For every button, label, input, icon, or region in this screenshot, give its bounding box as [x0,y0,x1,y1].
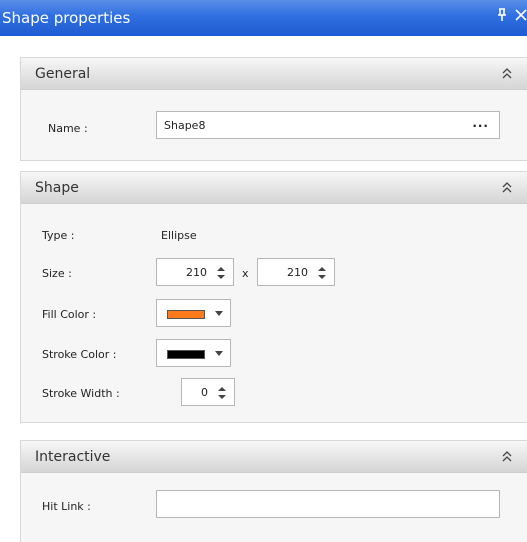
close-icon[interactable] [515,7,527,26]
height-value: 210 [287,266,308,279]
type-value: Ellipse [161,229,197,242]
general-header[interactable]: General [21,58,527,90]
stroke-width-label: Stroke Width : [42,387,120,400]
general-group: General Name : Shape8 ... [20,57,527,161]
times-separator: x [242,267,249,280]
panel-title: Shape properties [2,9,131,27]
spinner-arrows-icon[interactable] [217,385,227,401]
hit-link-label: Hit Link : [42,500,91,513]
chevron-double-up-icon[interactable] [501,179,513,195]
fill-color-label: Fill Color : [42,308,97,321]
size-label: Size : [42,267,72,280]
stroke-width-value: 0 [201,386,208,399]
height-stepper[interactable]: 210 [257,258,335,286]
name-value: Shape8 [164,119,206,132]
interactive-header[interactable]: Interactive [21,441,527,473]
hit-link-input[interactable] [156,490,500,518]
interactive-group: Interactive Hit Link : [20,440,527,542]
shape-title: Shape [35,180,79,196]
stroke-color-swatch [167,350,205,359]
stroke-color-label: Stroke Color : [42,348,117,361]
chevron-double-up-icon[interactable] [501,65,513,81]
browse-button[interactable]: ... [472,116,489,130]
pin-icon[interactable] [497,8,507,26]
width-stepper[interactable]: 210 [156,258,234,286]
stroke-width-stepper[interactable]: 0 [181,378,235,406]
fill-color-picker[interactable] [156,299,231,327]
shape-header[interactable]: Shape [21,172,527,204]
interactive-title: Interactive [35,449,111,465]
panel-titlebar: Shape properties [0,0,527,36]
general-title: General [35,66,91,82]
fill-color-swatch [167,310,205,319]
stroke-color-picker[interactable] [156,339,231,367]
name-label: Name : [48,122,88,135]
width-value: 210 [186,266,207,279]
spinner-arrows-icon[interactable] [317,265,327,281]
dropdown-arrow-icon[interactable] [215,351,223,356]
name-field[interactable]: Shape8 ... [156,111,500,139]
spinner-arrows-icon[interactable] [216,265,226,281]
shape-group: Shape Type : Ellipse Size : 210 x 210 Fi… [20,171,527,423]
type-label: Type : [42,229,75,242]
dropdown-arrow-icon[interactable] [215,311,223,316]
chevron-double-up-icon[interactable] [501,448,513,464]
